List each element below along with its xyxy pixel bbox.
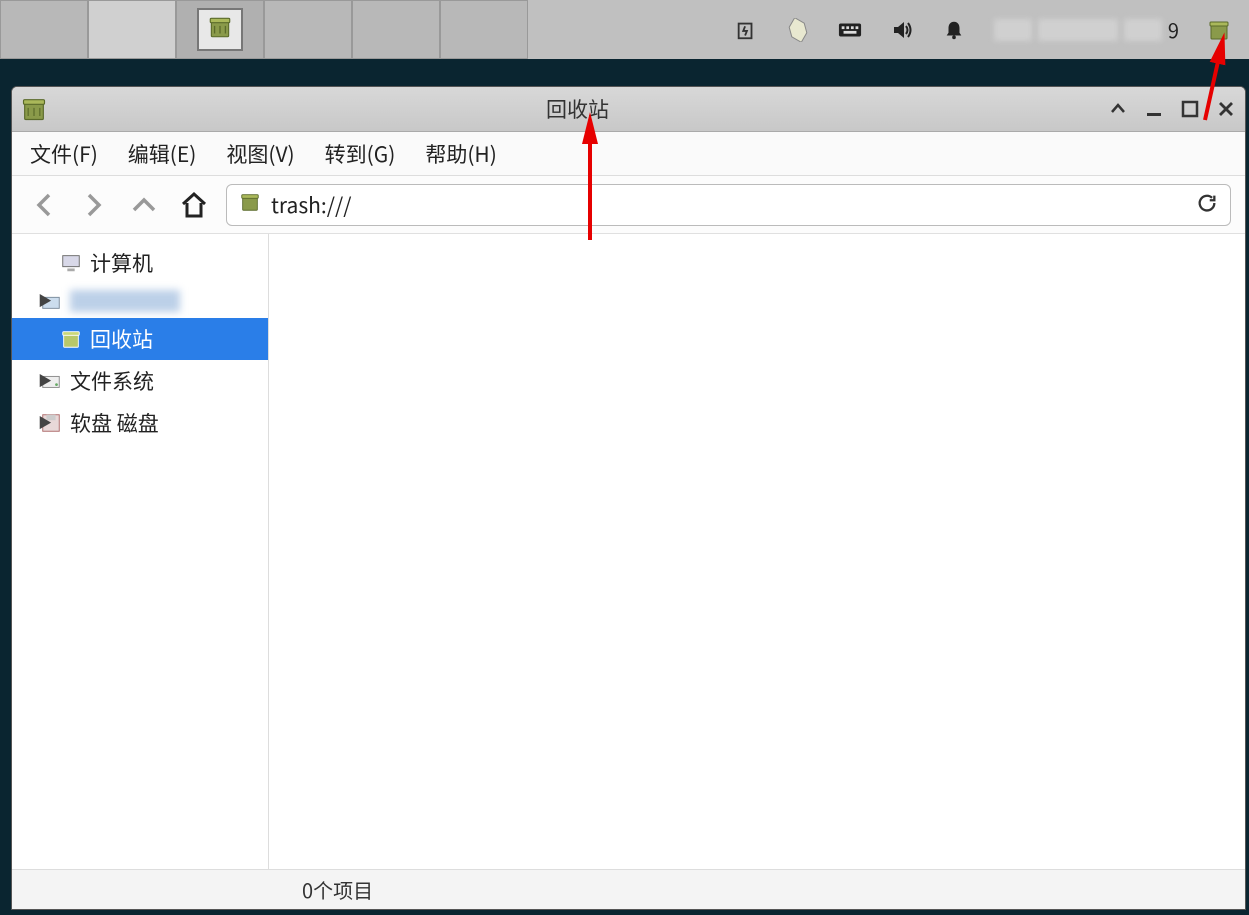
computer-icon (60, 252, 82, 274)
statusbar: 0个项目 (12, 869, 1245, 909)
window-trash-icon (20, 95, 48, 123)
chevron-right-icon: ▶ (38, 413, 52, 433)
menu-help[interactable]: 帮助(H) (425, 139, 496, 169)
menubar: 文件(F) 编辑(E) 视图(V) 转到(G) 帮助(H) (12, 132, 1245, 176)
forward-button[interactable] (76, 187, 112, 223)
toolbar (12, 176, 1245, 234)
taskbar-slot-4[interactable] (264, 0, 352, 59)
titlebar[interactable]: 回收站 (12, 87, 1245, 132)
battery-icon[interactable] (734, 18, 758, 42)
sidebar-home-blurred (70, 290, 180, 312)
user-blur-2 (1038, 19, 1118, 41)
address-bar (226, 184, 1231, 226)
menu-go[interactable]: 转到(G) (325, 139, 396, 169)
sidebar-trash-label: 回收站 (90, 324, 153, 354)
taskbar-left (0, 0, 528, 59)
tray-trash-icon[interactable] (1207, 18, 1231, 42)
close-button[interactable] (1215, 98, 1237, 120)
chevron-right-icon: ▶ (38, 291, 52, 311)
volume-icon[interactable] (890, 18, 914, 42)
menu-edit[interactable]: 编辑(E) (128, 139, 197, 169)
sidebar-filesystem-label: 文件系统 (70, 366, 154, 396)
address-trash-icon (239, 191, 261, 218)
sidebar-computer-label: 计算机 (90, 248, 153, 278)
sidebar-floppy[interactable]: ▶ 软盘 磁盘 (12, 402, 268, 444)
tag-icon[interactable] (786, 18, 810, 42)
menu-file[interactable]: 文件(F) (30, 139, 98, 169)
tray-number: 9 (1168, 15, 1179, 44)
menu-view[interactable]: 视图(V) (226, 139, 294, 169)
home-button[interactable] (176, 187, 212, 223)
rollup-button[interactable] (1107, 98, 1129, 120)
taskbar-slot-6[interactable] (440, 0, 528, 59)
sidebar-floppy-label: 软盘 磁盘 (70, 408, 159, 438)
body-area: 计算机 ▶ 回收站 ▶ (12, 234, 1245, 869)
user-blur-3 (1124, 19, 1162, 41)
sidebar: 计算机 ▶ 回收站 ▶ (12, 234, 269, 869)
taskbar-slot-5[interactable] (352, 0, 440, 59)
taskbar-slot-2[interactable] (88, 0, 176, 59)
chevron-right-icon: ▶ (38, 371, 52, 391)
system-tray: 9 (734, 15, 1249, 44)
sidebar-computer[interactable]: 计算机 (12, 242, 268, 284)
taskbar-trash-button[interactable] (176, 0, 264, 59)
top-panel: 9 (0, 0, 1249, 59)
sidebar-filesystem[interactable]: ▶ 文件系统 (12, 360, 268, 402)
window-controls (1107, 98, 1237, 120)
content-area[interactable] (269, 234, 1245, 869)
keyboard-icon[interactable] (838, 18, 862, 42)
user-area[interactable]: 9 (994, 15, 1179, 44)
user-blur-1 (994, 19, 1032, 41)
bell-icon[interactable] (942, 18, 966, 42)
sidebar-home[interactable]: ▶ (12, 284, 268, 318)
minimize-button[interactable] (1143, 98, 1165, 120)
sidebar-trash[interactable]: 回收站 (12, 318, 268, 360)
trash-icon (60, 328, 82, 350)
up-button[interactable] (126, 187, 162, 223)
back-button[interactable] (26, 187, 62, 223)
address-input[interactable] (271, 190, 1186, 220)
taskbar-slot-1[interactable] (0, 0, 88, 59)
maximize-button[interactable] (1179, 98, 1201, 120)
reload-button[interactable] (1196, 189, 1218, 221)
status-text: 0个项目 (302, 875, 373, 904)
file-manager-window: 回收站 文件(F) 编辑(E) 视图(V) 转到(G) 帮助(H) (11, 86, 1246, 910)
window-title: 回收站 (48, 94, 1107, 124)
trash-icon (207, 14, 233, 40)
